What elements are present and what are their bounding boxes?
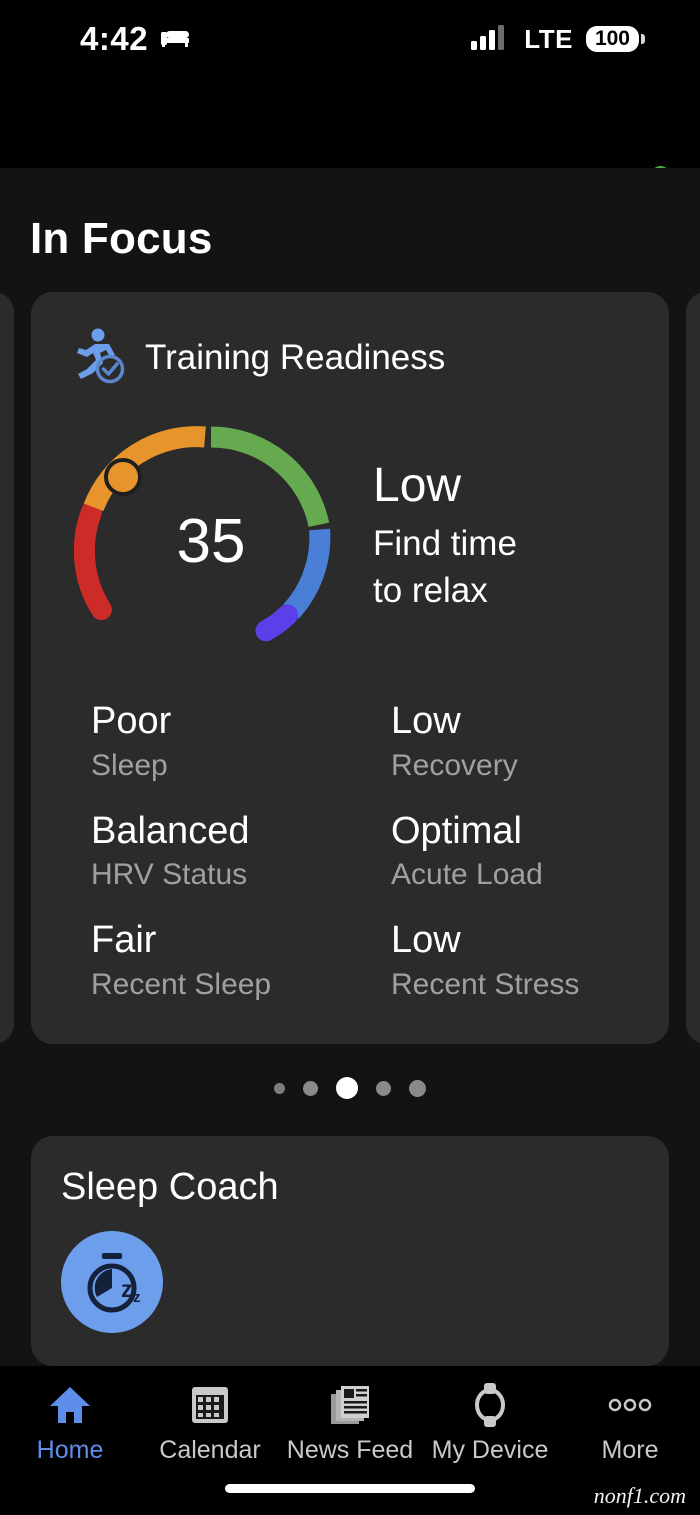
metric-value: Low [391, 700, 461, 742]
running-person-check-icon [69, 326, 127, 389]
svg-text:z: z [133, 1289, 141, 1306]
app-screen: 4:42 LTE 100 In Focus Training Readiness… [0, 0, 700, 1515]
metric-value: Optimal [391, 809, 522, 852]
nav-item-calendar[interactable]: Calendar [140, 1382, 280, 1465]
section-title-in-focus: In Focus [30, 214, 213, 263]
metric-item[interactable]: Optimal Acute Load [391, 810, 669, 894]
readiness-status: Low Find time to relax [373, 407, 517, 614]
battery-tip [641, 34, 645, 44]
watch-icon [473, 1382, 507, 1428]
home-indicator[interactable] [225, 1484, 475, 1493]
metric-value: Poor [91, 700, 172, 742]
nav-label: News Feed [286, 1436, 414, 1464]
main-content: In Focus Training Readiness 35 Low Find … [0, 168, 700, 1366]
sleep-coach-card[interactable]: Sleep Coach z z [31, 1136, 669, 1366]
svg-text:z: z [121, 1276, 133, 1302]
metric-item[interactable]: Balanced HRV Status [91, 810, 391, 894]
carousel-dot[interactable] [376, 1080, 391, 1096]
nav-item-news-feed[interactable]: News Feed [280, 1382, 420, 1465]
metric-item[interactable]: Low Recovery [391, 700, 669, 784]
status-bar: 4:42 LTE 100 [0, 0, 700, 78]
status-bar-clock: 4:42 [80, 20, 149, 57]
carousel-peek-previous[interactable] [0, 292, 14, 1044]
card-header: Training Readiness [31, 292, 669, 389]
status-bar-right: LTE 100 [471, 24, 645, 55]
carousel-pagination[interactable] [0, 1076, 700, 1100]
nav-label: Home [36, 1436, 104, 1464]
readiness-advice-line-2: to relax [373, 571, 488, 611]
metric-value: Fair [91, 919, 157, 962]
nav-item-more[interactable]: More [560, 1382, 700, 1465]
readiness-gauge: 35 [61, 407, 361, 682]
metric-item[interactable]: Low Recent Stress [391, 919, 669, 1003]
carousel-dot[interactable] [409, 1079, 426, 1097]
metric-label: Recent Stress [391, 968, 580, 1002]
nav-item-my-device[interactable]: My Device [420, 1382, 560, 1465]
readiness-advice-line-1: Find time [373, 523, 517, 563]
carousel-dot[interactable] [303, 1080, 318, 1096]
network-type-label: LTE [524, 23, 573, 54]
gauge-row: 35 Low Find time to relax [31, 389, 669, 682]
home-icon [48, 1382, 92, 1428]
nav-label: More [601, 1436, 659, 1464]
bottom-navigation: Home Calendar News Feed My Device More n… [0, 1366, 700, 1515]
in-focus-carousel[interactable]: Training Readiness 35 Low Find time to r… [0, 292, 700, 1044]
card-title: Training Readiness [145, 337, 446, 377]
training-readiness-card[interactable]: Training Readiness 35 Low Find time to r… [31, 292, 669, 1044]
bed-icon [160, 25, 190, 54]
sleep-coach-title: Sleep Coach [61, 1166, 279, 1208]
metric-value: Balanced [91, 809, 250, 852]
metric-item[interactable]: Poor Sleep [91, 700, 391, 784]
calendar-icon [190, 1382, 230, 1428]
metric-value: Low [391, 919, 461, 962]
battery-percent-label: 100 [585, 26, 639, 52]
battery-indicator: 100 [585, 26, 645, 52]
nav-label: My Device [431, 1436, 549, 1464]
carousel-dot[interactable] [274, 1082, 285, 1094]
watermark: nonf1.com [593, 1483, 686, 1508]
metric-item[interactable]: Fair Recent Sleep [91, 919, 391, 1003]
news-feed-icon [329, 1382, 371, 1428]
nav-label: Calendar [159, 1436, 261, 1464]
cellular-signal-icon [471, 24, 511, 55]
carousel-dot-active[interactable] [336, 1077, 358, 1099]
metric-label: Sleep [91, 748, 168, 782]
status-bar-left: 4:42 [80, 20, 190, 58]
metric-label: Acute Load [391, 858, 543, 892]
nav-item-home[interactable]: Home [0, 1382, 140, 1465]
metric-label: HRV Status [91, 858, 248, 892]
metric-label: Recovery [391, 748, 518, 782]
carousel-peek-next[interactable] [686, 292, 700, 1044]
readiness-status-main: Low [373, 459, 462, 512]
more-dots-icon [607, 1382, 653, 1428]
app-header: Home 10 [0, 78, 700, 234]
metric-label: Recent Sleep [91, 968, 272, 1002]
sleep-timer-icon: z z [61, 1231, 163, 1333]
readiness-score: 35 [176, 507, 246, 576]
readiness-metrics-grid: Poor Sleep Low Recovery Balanced HRV Sta… [31, 682, 669, 1003]
